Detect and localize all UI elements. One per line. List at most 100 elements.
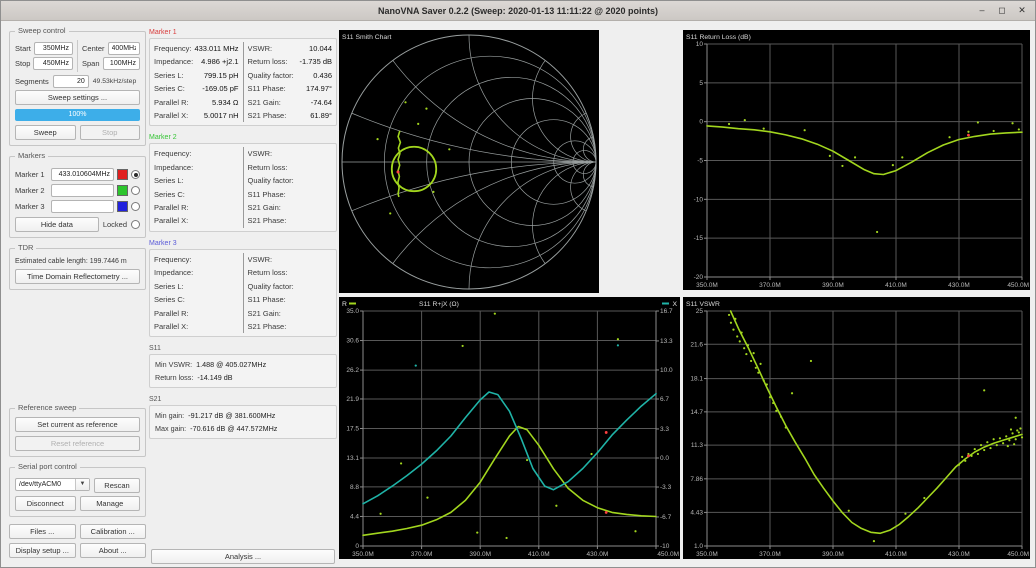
svg-text:21.9: 21.9 (346, 396, 359, 403)
reference-sweep-title: Reference sweep (15, 403, 79, 412)
center-input[interactable] (108, 42, 140, 55)
svg-text:X: X (672, 301, 677, 308)
svg-text:3.3: 3.3 (660, 426, 669, 433)
field-label: Return loss: (248, 55, 288, 68)
sweep-settings-button[interactable]: Sweep settings ... (15, 90, 140, 105)
span-input[interactable] (103, 57, 140, 70)
start-input[interactable] (34, 42, 73, 55)
field-value: -74.64 (311, 96, 332, 109)
svg-text:0.0: 0.0 (660, 455, 669, 462)
svg-text:25: 25 (696, 308, 704, 315)
vswr-chart-panel[interactable]: 350.0M370.0M390.0M410.0M430.0M450.0M2521… (683, 297, 1030, 559)
marker-field-row: Frequency:433.011 MHz (154, 42, 239, 55)
marker-frequency-input[interactable] (51, 168, 114, 181)
marker-field-row: Series C:-169.05 pF (154, 82, 239, 95)
reset-reference-button[interactable]: Reset reference (15, 436, 140, 451)
marker-field-row: S21 Phase: (248, 320, 333, 333)
marker-frequency-input[interactable] (51, 200, 114, 213)
svg-text:R: R (342, 301, 347, 308)
marker-select-radio[interactable] (131, 202, 140, 211)
display-setup-button[interactable]: Display setup ... (9, 543, 76, 558)
marker-row: Marker 1 (15, 168, 140, 181)
marker-field-row: Quality factor: (248, 174, 333, 187)
maximize-icon[interactable]: ◻ (996, 2, 1008, 19)
svg-text:430.0M: 430.0M (587, 551, 609, 558)
stop-button[interactable]: Stop (80, 125, 141, 140)
set-reference-button[interactable]: Set current as reference (15, 417, 140, 432)
files-button[interactable]: Files ... (9, 524, 76, 539)
field-label: S21 Gain: (248, 201, 281, 214)
marker-field-row: S21 Gain:-74.64 (248, 96, 333, 109)
marker-panel: Frequency:433.011 MHzImpedance:4.986 +j2… (149, 38, 337, 126)
marker-row: Marker 3 (15, 200, 140, 213)
marker-field-row: Series L: (154, 174, 239, 187)
hide-data-button[interactable]: Hide data (15, 217, 99, 232)
svg-text:-10: -10 (694, 196, 704, 203)
svg-text:18.1: 18.1 (690, 376, 703, 383)
svg-text:350.0M: 350.0M (696, 282, 718, 289)
locked-radio[interactable] (131, 220, 140, 229)
disconnect-button[interactable]: Disconnect (15, 496, 76, 511)
field-label: Parallel R: (154, 201, 189, 214)
close-icon[interactable]: ✕ (1016, 2, 1028, 19)
tdr-button[interactable]: Time Domain Reflectometry ... (15, 269, 140, 284)
svg-text:370.0M: 370.0M (759, 282, 781, 289)
marker-select-radio[interactable] (131, 186, 140, 195)
return-loss-chart-panel[interactable]: 350.0M370.0M390.0M410.0M430.0M450.0M1050… (683, 30, 1030, 290)
marker-field-row: Parallel X: (154, 320, 239, 333)
field-label: Impedance: (154, 55, 193, 68)
info-label: Min gain: (155, 411, 184, 420)
marker-field-row: S21 Phase: (248, 214, 333, 227)
serial-port-value: /dev/ttyACM0 (16, 481, 75, 488)
marker-frequency-input[interactable] (51, 184, 114, 197)
field-label: Frequency: (154, 42, 192, 55)
rescan-button[interactable]: Rescan (94, 478, 140, 493)
marker-field-row: S21 Phase:61.89° (248, 109, 333, 122)
svg-text:S11 VSWR: S11 VSWR (686, 301, 720, 308)
marker-field-row: Return loss: (248, 161, 333, 174)
svg-text:11.3: 11.3 (691, 442, 704, 449)
field-label: VSWR: (248, 42, 273, 55)
about-button[interactable]: About ... (80, 543, 147, 558)
sweep-button[interactable]: Sweep (15, 125, 76, 140)
smith-chart-panel[interactable]: S11 Smith Chart (339, 30, 599, 293)
marker-row: Marker 2 (15, 184, 140, 197)
calibration-button[interactable]: Calibration ... (80, 524, 147, 539)
info-row: Max gain:-70.616 dB @ 447.572MHz (155, 422, 331, 435)
chevron-down-icon[interactable]: ▼ (75, 479, 89, 490)
stop-input[interactable] (33, 57, 73, 70)
marker-field-row: Quality factor: (248, 280, 333, 293)
field-value: 799.15 pH (204, 69, 239, 82)
svg-text:4.4: 4.4 (350, 513, 359, 520)
info-value: -91.217 dB @ 381.600MHz (188, 411, 275, 420)
field-label: Quality factor: (248, 69, 294, 82)
minimize-icon[interactable]: – (976, 2, 988, 19)
app-window: NanoVNA Saver 0.2.2 (Sweep: 2020-01-13 1… (0, 0, 1036, 568)
svg-text:14.7: 14.7 (690, 409, 703, 416)
marker-field-row: S21 Gain: (248, 201, 333, 214)
rjx-chart-panel[interactable]: 350.0M370.0M390.0M410.0M430.0M450.0M35.0… (339, 297, 680, 559)
field-label: Series C: (154, 293, 185, 306)
field-label: Parallel X: (154, 320, 188, 333)
svg-text:7.86: 7.86 (690, 476, 703, 483)
marker-select-radio[interactable] (131, 170, 140, 179)
info-value: 1.488 @ 405.027MHz (196, 360, 266, 369)
sweep-progress-bar: 100% (15, 109, 140, 121)
field-value: 433.011 MHz (194, 42, 238, 55)
marker-field-row: Parallel R: (154, 201, 239, 214)
field-label: Frequency: (154, 253, 192, 266)
info-label: Return loss: (155, 373, 193, 382)
reference-sweep-group: Reference sweep Set current as reference… (9, 408, 146, 457)
manage-button[interactable]: Manage (80, 496, 141, 511)
marker-label: Marker 3 (15, 202, 48, 211)
serial-port-select[interactable]: /dev/ttyACM0 ▼ (15, 478, 90, 491)
analysis-button[interactable]: Analysis ... (151, 549, 335, 564)
sweep-control-group: Sweep control Start Stop (9, 31, 146, 146)
info-row: Min gain: -91.217 dB @ 381.600MHz (155, 409, 331, 422)
segments-input[interactable] (53, 75, 89, 88)
svg-text:26.2: 26.2 (346, 367, 359, 374)
charts-area: S11 Smith Chart 350.0M370.0M390.0M410.0M… (339, 21, 1035, 567)
titlebar[interactable]: NanoVNA Saver 0.2.2 (Sweep: 2020-01-13 1… (1, 1, 1035, 21)
field-label: Parallel R: (154, 96, 189, 109)
main-content: Sweep control Start Stop (1, 21, 1035, 567)
